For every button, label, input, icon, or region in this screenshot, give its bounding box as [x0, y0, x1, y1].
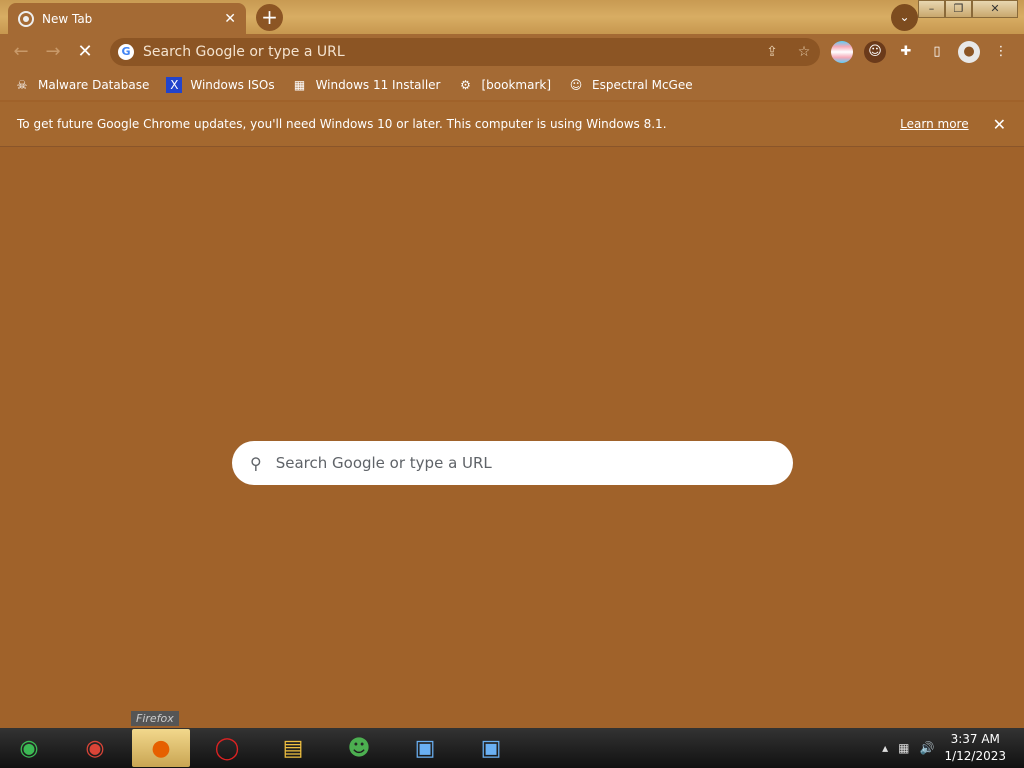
opera-taskbar-icon[interactable]: ◯ [198, 729, 256, 767]
profile-avatar-extension-icon[interactable]: ☺ [864, 41, 886, 63]
gear-icon: ⚙ [460, 77, 471, 92]
forward-button[interactable]: → [37, 36, 69, 68]
tab-search-button[interactable]: ⌄ [891, 4, 918, 31]
restore-button[interactable]: ❐ [945, 0, 972, 18]
installer-icon: ▦ [293, 77, 306, 92]
search-placeholder: Search Google or type a URL [275, 454, 492, 472]
file-explorer-taskbar-icon[interactable]: ▤ [264, 729, 322, 767]
chevron-up-icon[interactable]: ▴ [882, 741, 888, 755]
firefox-taskbar-icon[interactable]: ● [132, 729, 190, 767]
omnibox-placeholder: Search Google or type a URL [143, 44, 345, 60]
share-icon[interactable]: ⇪ [756, 44, 788, 60]
google-icon: G [118, 44, 134, 60]
extensions-puzzle-icon[interactable]: ✚ [895, 41, 917, 63]
bookmark-item[interactable]: ⚙ [bookmark] [457, 77, 551, 93]
volume-icon[interactable]: 🔊 [920, 741, 935, 755]
new-tab-button[interactable]: + [256, 4, 283, 31]
system-tray: ▴ ▦ 🔊 3:37 AM 1/12/2023 [882, 728, 1024, 768]
remote-desktop-taskbar-icon[interactable]: ▣ [396, 729, 454, 767]
info-message: To get future Google Chrome updates, you… [17, 117, 667, 131]
learn-more-link[interactable]: Learn more [900, 117, 968, 131]
clock-date: 1/12/2023 [944, 749, 1006, 763]
chrome-taskbar-icon[interactable]: ◉ [66, 729, 124, 767]
network-icon[interactable]: ▦ [898, 741, 909, 755]
bookmark-item[interactable]: ☺ Espectral McGee [568, 77, 693, 93]
messenger-taskbar-icon[interactable]: ☻ [330, 729, 388, 767]
side-panel-icon[interactable]: ▯ [926, 41, 948, 63]
remote-desktop-2-taskbar-icon[interactable]: ▣ [462, 729, 520, 767]
tab-strip: New Tab ✕ + ⌄ – ❐ ✕ [0, 0, 1024, 34]
bookmark-label: [bookmark] [481, 77, 552, 92]
info-close-icon[interactable]: ✕ [993, 115, 1006, 134]
minimize-button[interactable]: – [918, 0, 945, 18]
malware-icon: ☠ [16, 77, 28, 92]
tab-new-tab[interactable]: New Tab ✕ [8, 3, 246, 34]
tab-title: New Tab [42, 11, 93, 26]
face-icon: ☺ [569, 77, 583, 92]
bookmark-label: Windows 11 Installer [315, 77, 441, 92]
close-window-button[interactable]: ✕ [972, 0, 1018, 18]
chrome-canary-taskbar-icon[interactable]: ◉ [0, 729, 58, 767]
tab-close-icon[interactable]: ✕ [224, 11, 236, 27]
bookmark-label: Windows ISOs [190, 77, 275, 92]
menu-kebab-icon[interactable]: ⋮ [990, 41, 1012, 63]
new-tab-favicon-icon [18, 10, 34, 27]
bookmark-star-icon[interactable]: ☆ [788, 44, 820, 60]
stop-button[interactable]: ✕ [69, 36, 101, 68]
bookmarks-bar: ☠ Malware Database X Windows ISOs ▦ Wind… [0, 69, 1024, 100]
bookmark-label: Malware Database [38, 77, 150, 92]
taskbar-tooltip: Firefox [131, 711, 179, 726]
toolbar: ← → ✕ G Search Google or type a URL ⇪ ☆ … [0, 34, 1024, 69]
bookmark-item[interactable]: ☠ Malware Database [14, 77, 150, 93]
back-button[interactable]: ← [5, 36, 37, 68]
clock[interactable]: 3:37 AM 1/12/2023 [944, 731, 1006, 765]
search-icon: ⚲ [250, 453, 262, 473]
taskbar: ◉ ◉ ● ◯ ▤ ☻ ▣ ▣ ▴ ▦ 🔊 3:37 AM 1/12/2023 [0, 728, 1024, 768]
clock-time: 3:37 AM [950, 732, 1000, 746]
bookmark-item[interactable]: ▦ Windows 11 Installer [292, 77, 441, 93]
x-icon: X [166, 76, 183, 93]
bookmark-label: Espectral McGee [592, 77, 693, 92]
extension-flag-icon[interactable] [831, 41, 853, 63]
profile-icon[interactable]: ● [958, 41, 980, 63]
bookmark-item[interactable]: X Windows ISOs [166, 76, 275, 93]
update-info-bar: To get future Google Chrome updates, you… [0, 102, 1024, 147]
new-tab-search-box[interactable]: ⚲ Search Google or type a URL [232, 441, 793, 485]
omnibox[interactable]: G Search Google or type a URL ⇪ ☆ [110, 38, 820, 66]
window-controls: – ❐ ✕ [918, 0, 1018, 18]
